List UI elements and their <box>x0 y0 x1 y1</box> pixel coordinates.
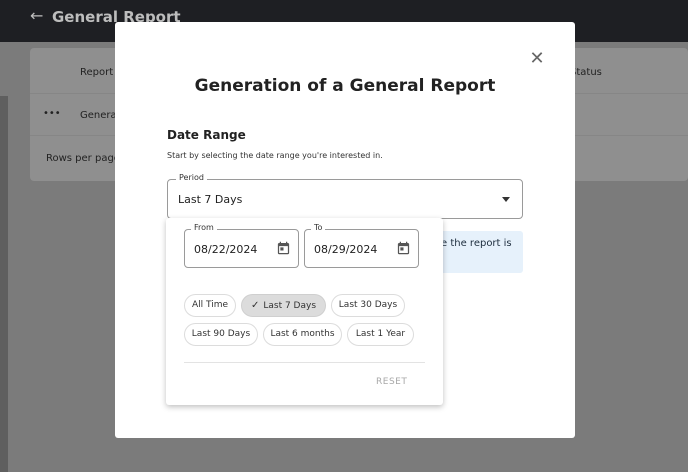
dialog-title: Generation of a General Report <box>194 76 496 96</box>
close-icon[interactable]: ✕ <box>528 50 546 68</box>
chip-label: Last 6 months <box>270 329 335 339</box>
row-report-name: General <box>80 110 120 121</box>
chip-last-1-year[interactable]: Last 1 Year <box>347 323 414 346</box>
chip-label: Last 30 Days <box>338 300 398 310</box>
chip-label: All Time <box>191 300 229 310</box>
to-date-value: 08/29/2024 <box>314 243 378 256</box>
from-label: From <box>191 223 217 232</box>
chip-label: Last 1 Year <box>355 329 406 339</box>
chip-label: Last 7 Days <box>263 301 317 311</box>
arrow-left-icon[interactable]: ← <box>30 6 43 25</box>
reset-button[interactable]: RESET <box>376 377 407 387</box>
rows-per-page-label: Rows per page <box>46 153 120 164</box>
from-date-value: 08/22/2024 <box>194 243 258 256</box>
chip-label: Last 90 Days <box>191 329 251 339</box>
side-strip <box>0 96 8 472</box>
period-value: Last 7 Days <box>178 193 243 206</box>
chip-last-30-days[interactable]: Last 30 Days <box>331 294 405 317</box>
to-label: To <box>311 223 326 232</box>
caret-down-icon <box>502 197 510 202</box>
chip-last-90-days[interactable]: Last 90 Days <box>184 323 258 346</box>
check-icon: ✓ <box>250 300 260 311</box>
divider <box>184 362 425 363</box>
calendar-icon[interactable] <box>396 240 411 256</box>
date-range-description: Start by selecting the date range you're… <box>167 151 383 160</box>
column-header-report: Report <box>80 67 114 78</box>
period-select[interactable]: Period Last 7 Days <box>167 173 523 219</box>
chip-last-7-days[interactable]: ✓ Last 7 Days <box>241 294 326 317</box>
date-range-picker: From 08/22/2024 To 08/29/2024 All Time ✓… <box>166 218 443 405</box>
date-range-heading: Date Range <box>167 128 246 142</box>
info-alert-text: e the report is <box>441 238 512 249</box>
row-actions-icon: ••• <box>43 108 61 119</box>
period-label: Period <box>176 173 207 182</box>
calendar-icon[interactable] <box>276 240 291 256</box>
from-date-field[interactable]: From 08/22/2024 <box>184 223 299 268</box>
to-date-field[interactable]: To 08/29/2024 <box>304 223 419 268</box>
chip-all-time[interactable]: All Time <box>184 294 236 317</box>
chip-last-6-months[interactable]: Last 6 months <box>263 323 342 346</box>
